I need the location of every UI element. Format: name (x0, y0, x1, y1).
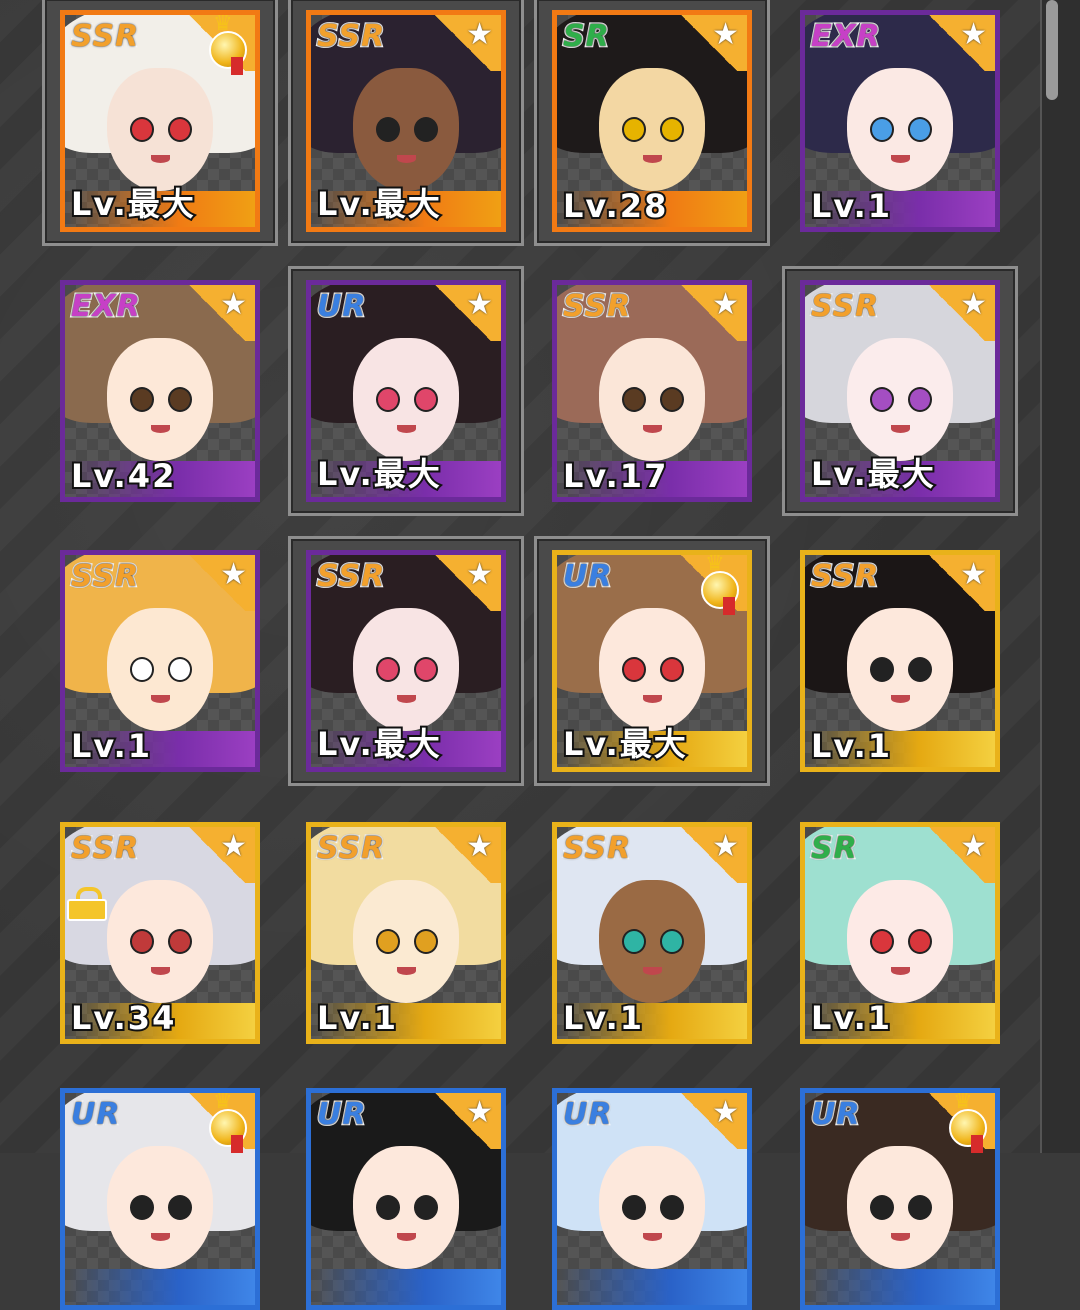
scrollbar-track[interactable] (1040, 0, 1080, 1153)
rarity-badge: SSR (69, 558, 140, 596)
character-card[interactable]: ♛ UR Lv.最大 (552, 550, 752, 772)
character-card[interactable]: ★ UR (552, 1088, 752, 1310)
level-label: Lv.28 (561, 185, 669, 227)
favorite-star-icon[interactable]: ★ (466, 557, 493, 592)
character-card[interactable]: ★ SSR Lv.最大 (800, 280, 1000, 502)
rarity-badge: SSR (315, 830, 386, 868)
crown-medal-icon: ♛ (697, 555, 741, 615)
favorite-star-icon[interactable]: ★ (960, 17, 987, 52)
rarity-badge: UR (315, 288, 367, 326)
rarity-badge: UR (561, 558, 613, 596)
level-label: Lv.最大 (315, 453, 442, 495)
rarity-badge: UR (315, 1096, 367, 1134)
rarity-badge: SR (810, 830, 859, 868)
level-bar (557, 1269, 747, 1305)
level-label: Lv.1 (561, 997, 645, 1039)
level-label: Lv.最大 (561, 723, 688, 765)
level-label: Lv.最大 (69, 183, 196, 225)
favorite-star-icon[interactable]: ★ (712, 17, 739, 52)
character-card[interactable]: ★ SSR Lv.1 (800, 550, 1000, 772)
favorite-star-icon[interactable]: ★ (466, 287, 493, 322)
rarity-badge: EXR (70, 288, 142, 326)
rarity-badge: EXR (810, 18, 882, 56)
level-label: Lv.1 (809, 185, 893, 227)
character-card[interactable]: ★ SSR Lv.1 (552, 822, 752, 1044)
scrollbar-thumb[interactable] (1046, 0, 1058, 100)
favorite-star-icon[interactable]: ★ (960, 829, 987, 864)
lock-icon (67, 887, 107, 921)
character-card[interactable]: ★ SSR Lv.17 (552, 280, 752, 502)
character-card[interactable]: ★ EXR Lv.42 (60, 280, 260, 502)
character-card[interactable]: ★ UR Lv.最大 (306, 280, 506, 502)
level-label: Lv.1 (809, 997, 893, 1039)
character-card[interactable]: ♛ SSR Lv.最大 (60, 10, 260, 232)
character-card[interactable]: ★ SR Lv.1 (800, 822, 1000, 1044)
character-card[interactable]: ♛ UR (800, 1088, 1000, 1310)
favorite-star-icon[interactable]: ★ (712, 1095, 739, 1130)
level-label: Lv.最大 (315, 183, 442, 225)
favorite-star-icon[interactable]: ★ (220, 557, 247, 592)
level-label: Lv.最大 (809, 453, 936, 495)
rarity-badge: SSR (69, 830, 140, 868)
favorite-star-icon[interactable]: ★ (712, 287, 739, 322)
level-bar (805, 1269, 995, 1305)
rarity-badge: SSR (561, 288, 632, 326)
level-label: Lv.17 (561, 455, 669, 497)
crown-medal-icon: ♛ (205, 15, 249, 75)
level-label: Lv.1 (315, 997, 399, 1039)
level-label: Lv.1 (809, 725, 893, 767)
rarity-badge: SR (562, 18, 611, 56)
rarity-badge: SSR (561, 830, 632, 868)
level-label: Lv.最大 (315, 723, 442, 765)
favorite-star-icon[interactable]: ★ (712, 829, 739, 864)
favorite-star-icon[interactable]: ★ (466, 1095, 493, 1130)
rarity-badge: UR (561, 1096, 613, 1134)
rarity-badge: UR (69, 1096, 121, 1134)
character-card[interactable]: ★ SSR Lv.1 (60, 550, 260, 772)
favorite-star-icon[interactable]: ★ (960, 557, 987, 592)
character-card[interactable]: ★ SSR Lv.34 (60, 822, 260, 1044)
crown-medal-icon: ♛ (945, 1093, 989, 1153)
character-card[interactable]: ★ SR Lv.28 (552, 10, 752, 232)
favorite-star-icon[interactable]: ★ (466, 17, 493, 52)
favorite-star-icon[interactable]: ★ (220, 287, 247, 322)
rarity-badge: UR (809, 1096, 861, 1134)
level-bar (65, 1269, 255, 1305)
level-label: Lv.1 (69, 725, 153, 767)
level-label: Lv.42 (69, 455, 177, 497)
level-label: Lv.34 (69, 997, 177, 1039)
character-card[interactable]: ★ SSR Lv.最大 (306, 550, 506, 772)
rarity-badge: SSR (315, 18, 386, 56)
favorite-star-icon[interactable]: ★ (466, 829, 493, 864)
favorite-star-icon[interactable]: ★ (960, 287, 987, 322)
rarity-badge: SSR (315, 558, 386, 596)
crown-medal-icon: ♛ (205, 1093, 249, 1153)
rarity-badge: SSR (69, 18, 140, 56)
character-card[interactable]: ★ UR (306, 1088, 506, 1310)
character-card[interactable]: ★ SSR Lv.最大 (306, 10, 506, 232)
level-bar (311, 1269, 501, 1305)
character-card[interactable]: ♛ UR (60, 1088, 260, 1310)
rarity-badge: SSR (809, 558, 880, 596)
rarity-badge: SSR (809, 288, 880, 326)
character-card[interactable]: ★ SSR Lv.1 (306, 822, 506, 1044)
character-card[interactable]: ★ EXR Lv.1 (800, 10, 1000, 232)
favorite-star-icon[interactable]: ★ (220, 829, 247, 864)
